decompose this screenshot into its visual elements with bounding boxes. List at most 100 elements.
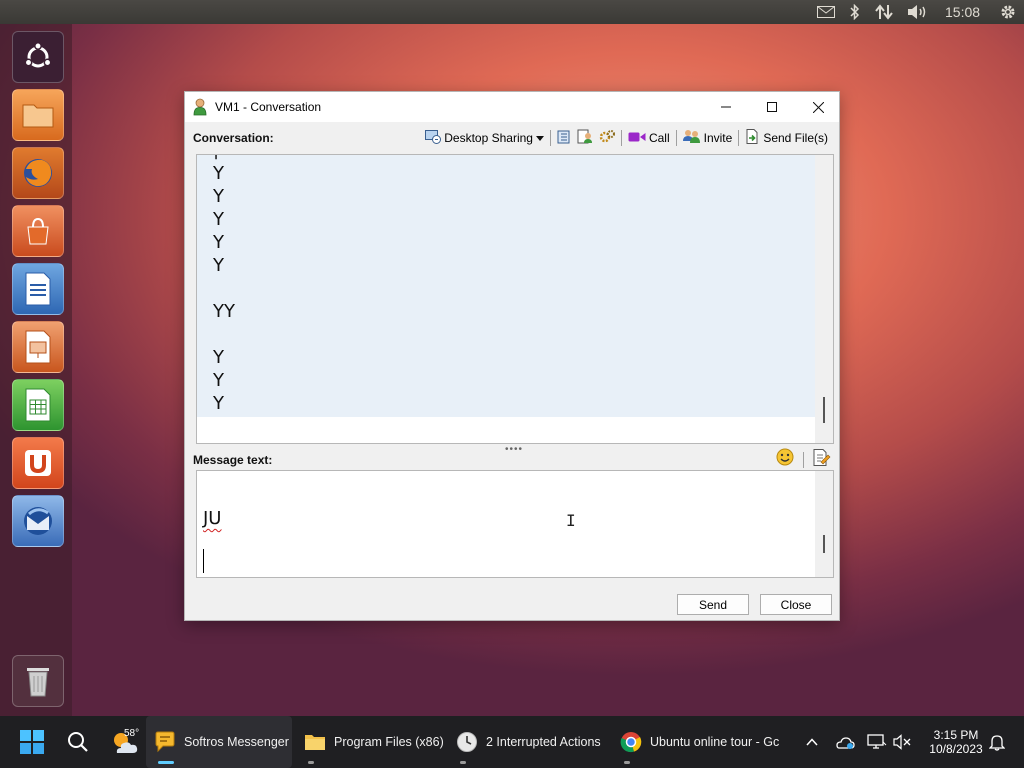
message-tools xyxy=(776,448,831,471)
weather-widget[interactable]: 58° xyxy=(106,716,142,768)
invite-users-icon xyxy=(682,129,701,147)
writer-icon[interactable] xyxy=(12,263,64,315)
volume-muted-icon[interactable] xyxy=(892,716,914,768)
thunderbird-icon[interactable] xyxy=(12,495,64,547)
contacts-list-button[interactable] xyxy=(574,128,596,148)
taskbar-clock[interactable]: 3:15 PM 10/8/2023 xyxy=(920,728,992,756)
calc-icon[interactable] xyxy=(12,379,64,431)
chrome-icon xyxy=(620,732,642,753)
top-panel-clock[interactable]: 15:08 xyxy=(945,4,980,20)
start-button[interactable] xyxy=(16,716,48,768)
close-window-button[interactable] xyxy=(795,92,841,122)
taskbar-date: 10/8/2023 xyxy=(929,742,983,756)
trash-icon[interactable] xyxy=(12,655,64,707)
window-title: VM1 - Conversation xyxy=(215,100,322,114)
conversation-line: Y xyxy=(213,255,224,276)
window-titlebar[interactable]: VM1 - Conversation xyxy=(185,92,839,122)
display-icon[interactable] xyxy=(866,716,888,768)
conversation-scrollbar[interactable] xyxy=(815,155,833,443)
text-caret xyxy=(203,549,204,573)
book-icon xyxy=(557,130,571,147)
settings-gear-icon[interactable] xyxy=(998,3,1018,21)
message-input[interactable]: JU I xyxy=(196,470,834,578)
ubuntu-top-panel: 15:08 xyxy=(0,0,1024,24)
conversation-line-partial: | xyxy=(213,155,219,160)
taskbar-app-chrome[interactable]: Ubuntu online tour - Gc xyxy=(612,716,788,768)
contact-list-icon xyxy=(577,129,593,147)
network-icon[interactable] xyxy=(874,3,894,21)
settings-button[interactable] xyxy=(596,128,618,148)
ibeam-cursor-icon: I xyxy=(566,511,576,530)
conversation-window: VM1 - Conversation Conversation: Desktop… xyxy=(184,91,840,621)
desktop-sharing-icon xyxy=(425,129,442,147)
message-text-label: Message text: xyxy=(193,453,273,467)
mail-icon[interactable] xyxy=(816,3,836,21)
active-indicator xyxy=(158,761,174,764)
onedrive-cloud-icon[interactable] xyxy=(834,716,856,768)
running-indicator xyxy=(308,761,314,764)
ubuntu-launcher xyxy=(0,24,72,716)
message-typed-text: JU xyxy=(203,508,222,529)
toolbar-separator xyxy=(675,130,677,146)
invite-button[interactable]: Invite xyxy=(680,128,736,148)
search-icon[interactable] xyxy=(62,716,94,768)
ubuntu-one-icon[interactable] xyxy=(12,437,64,489)
impress-icon[interactable] xyxy=(12,321,64,373)
chevron-up-icon[interactable] xyxy=(802,716,822,768)
toolbar-separator xyxy=(803,451,804,468)
conversation-history[interactable]: | YYYYYYYYYY xyxy=(196,154,834,444)
ubuntu-dash-icon[interactable] xyxy=(12,31,64,83)
clock-icon xyxy=(457,732,477,752)
scrollbar-thumb[interactable] xyxy=(823,397,825,423)
taskbar-app-softros[interactable]: Softros Messenger xyxy=(146,716,292,768)
windows-taskbar: 58° Softros Messenger Program Files (x86… xyxy=(0,716,1024,768)
toolbar-separator xyxy=(549,130,551,146)
gears-icon xyxy=(599,129,615,147)
taskbar-app-explorer[interactable]: Program Files (x86) xyxy=(296,716,446,768)
taskbar-app-label: Softros Messenger xyxy=(184,735,289,749)
conversation-toolbar: Desktop Sharing Call Invite Send File(s) xyxy=(422,128,831,148)
conversation-line: Y xyxy=(213,232,224,253)
conversation-line: Y xyxy=(213,209,224,230)
folder-icon xyxy=(305,735,325,750)
history-button[interactable] xyxy=(554,128,574,148)
conversation-line: YY xyxy=(213,301,235,322)
emoticon-icon[interactable] xyxy=(776,448,794,471)
firefox-icon[interactable] xyxy=(12,147,64,199)
taskbar-time: 3:15 PM xyxy=(933,728,979,742)
taskbar-app-label: Program Files (x86) xyxy=(334,735,444,749)
taskbar-app-interrupted-actions[interactable]: 2 Interrupted Actions xyxy=(448,716,610,768)
invite-label: Invite xyxy=(703,131,733,145)
volume-icon[interactable] xyxy=(906,3,930,21)
scrollbar-thumb[interactable] xyxy=(823,535,825,553)
send-button[interactable]: Send xyxy=(677,594,749,615)
desktop-sharing-label: Desktop Sharing xyxy=(444,131,533,145)
notification-bell-icon[interactable] xyxy=(986,716,1008,768)
pane-splitter[interactable]: •••• xyxy=(505,444,523,455)
bluetooth-icon[interactable] xyxy=(848,3,862,21)
weather-temp: 58° xyxy=(124,728,140,739)
taskbar-app-label: Ubuntu online tour - Gc xyxy=(650,735,780,749)
softros-messenger-icon xyxy=(155,731,175,753)
software-center-icon[interactable] xyxy=(12,205,64,257)
conversation-line: Y xyxy=(213,393,224,414)
conversation-label: Conversation: xyxy=(193,131,274,145)
user-icon xyxy=(193,98,209,116)
send-files-label: Send File(s) xyxy=(763,131,828,145)
conversation-line: Y xyxy=(213,370,224,391)
conversation-line: Y xyxy=(213,186,224,207)
running-indicator xyxy=(624,761,630,764)
close-button[interactable]: Close xyxy=(760,594,832,615)
conversation-line: Y xyxy=(213,347,224,368)
maximize-button[interactable] xyxy=(749,92,795,122)
running-indicator xyxy=(460,761,466,764)
files-folder-icon[interactable] xyxy=(12,89,64,141)
call-label: Call xyxy=(648,131,670,145)
taskbar-app-label: 2 Interrupted Actions xyxy=(486,735,601,749)
minimize-button[interactable] xyxy=(703,92,749,122)
format-text-icon[interactable] xyxy=(813,448,831,471)
call-button[interactable]: Call xyxy=(625,128,673,148)
desktop-sharing-button[interactable]: Desktop Sharing xyxy=(422,128,547,148)
message-scrollbar[interactable] xyxy=(815,471,833,577)
send-files-button[interactable]: Send File(s) xyxy=(742,128,831,148)
